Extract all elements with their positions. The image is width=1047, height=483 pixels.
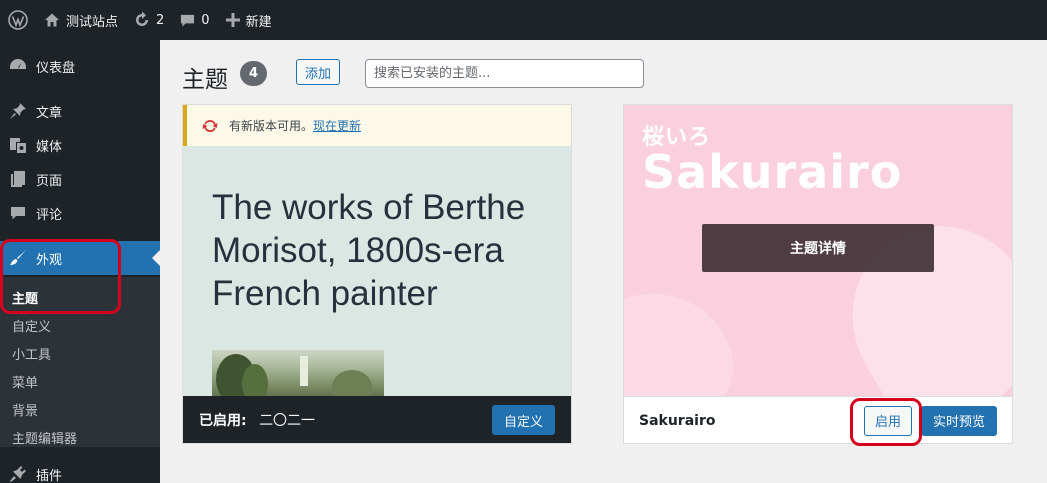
comment-bubble-icon [181,14,195,27]
highlight-box-appearance [0,239,121,314]
theme-screenshot-sakurairo: 桜いろ Sakurairo 主题详情 [624,105,1012,396]
live-preview-button[interactable]: 实时预览 [920,405,997,436]
add-theme-button[interactable]: 添加 [296,59,341,85]
dashboard-icon [0,57,36,75]
pin-icon [0,102,36,120]
active-theme-label: 已启用: 二〇二一 [199,410,315,430]
menu-item-posts[interactable]: 文章 [0,94,160,128]
comments-link[interactable]: 0 [174,0,215,40]
updates-link[interactable]: 2 [128,0,170,40]
status-label: 已启用: [199,413,247,429]
theme-screenshot-heading: The works of Berthe Morisot, 1800s-era F… [212,188,526,313]
menu-item-media[interactable]: 媒体 [0,128,160,162]
submenu-item-customize[interactable]: 自定义 [12,316,51,335]
plugin-icon [0,465,36,483]
submenu-item-background[interactable]: 背景 [12,400,38,419]
submenu-item-menus[interactable]: 菜单 [12,372,38,391]
comments-count: 0 [201,12,210,28]
home-icon [45,13,59,27]
updates-count: 2 [156,12,165,28]
theme-screenshot-painting [212,350,384,400]
plus-icon [225,13,240,27]
painting-figure [300,356,308,386]
menu-label: 插件 [36,468,63,483]
theme-name: Sakurairo [639,412,716,429]
menu-label: 仪表盘 [36,60,76,76]
menu-label: 文章 [36,105,63,121]
new-label: 新建 [245,14,272,30]
menu-label: 页面 [36,173,63,189]
search-themes-input[interactable] [365,59,644,88]
update-now-link[interactable]: 现在更新 [313,117,361,134]
menu-label: 媒体 [36,139,63,155]
sakurairo-footer: Sakurairo 启用 实时预览 [624,396,1012,443]
new-content-link[interactable]: 新建 [220,0,278,40]
update-notice: 有新版本可用。 现在更新 [183,105,571,146]
update-refresh-icon [202,119,218,132]
painting-tree-shape [242,364,268,400]
menu-item-pages[interactable]: 页面 [0,162,160,196]
theme-count-badge: 4 [240,61,267,86]
highlight-box-activate [850,398,922,446]
menu-item-dashboard[interactable]: 仪表盘 [0,49,160,83]
sakura-petal-shape [624,273,752,396]
comment-icon [0,205,36,221]
menu-item-plugins[interactable]: 插件 [0,457,160,483]
active-theme-name: 二〇二一 [259,413,316,429]
submenu-item-widgets[interactable]: 小工具 [12,344,51,363]
theme-card-sakurairo[interactable]: 桜いろ Sakurairo 主题详情 Sakurairo 启用 实时预览 [623,104,1013,444]
page-title: 主题 [182,67,228,93]
active-menu-arrow [152,250,160,266]
site-name: 测试站点 [66,14,119,30]
wordpress-logo-icon[interactable] [0,0,36,40]
menu-label: 评论 [36,207,63,223]
notice-text: 有新版本可用。 [229,119,314,133]
page-icon [0,170,36,188]
submenu-item-theme-editor[interactable]: 主题编辑器 [12,428,77,447]
customize-button[interactable]: 自定义 [491,405,555,435]
admin-bar: 测试站点 2 0 新建 [0,0,1047,40]
menu-item-comments[interactable]: 评论 [0,196,160,230]
site-name-link[interactable]: 测试站点 [38,0,124,40]
screenshot-title: Sakurairo [642,145,903,199]
media-icon [0,136,36,154]
active-theme-footer: 已启用: 二〇二一 自定义 [183,396,571,443]
theme-details-button[interactable]: 主题详情 [702,224,934,272]
theme-card-active[interactable]: 有新版本可用。 现在更新 The works of Berthe Morisot… [182,104,572,444]
refresh-icon [136,12,149,26]
